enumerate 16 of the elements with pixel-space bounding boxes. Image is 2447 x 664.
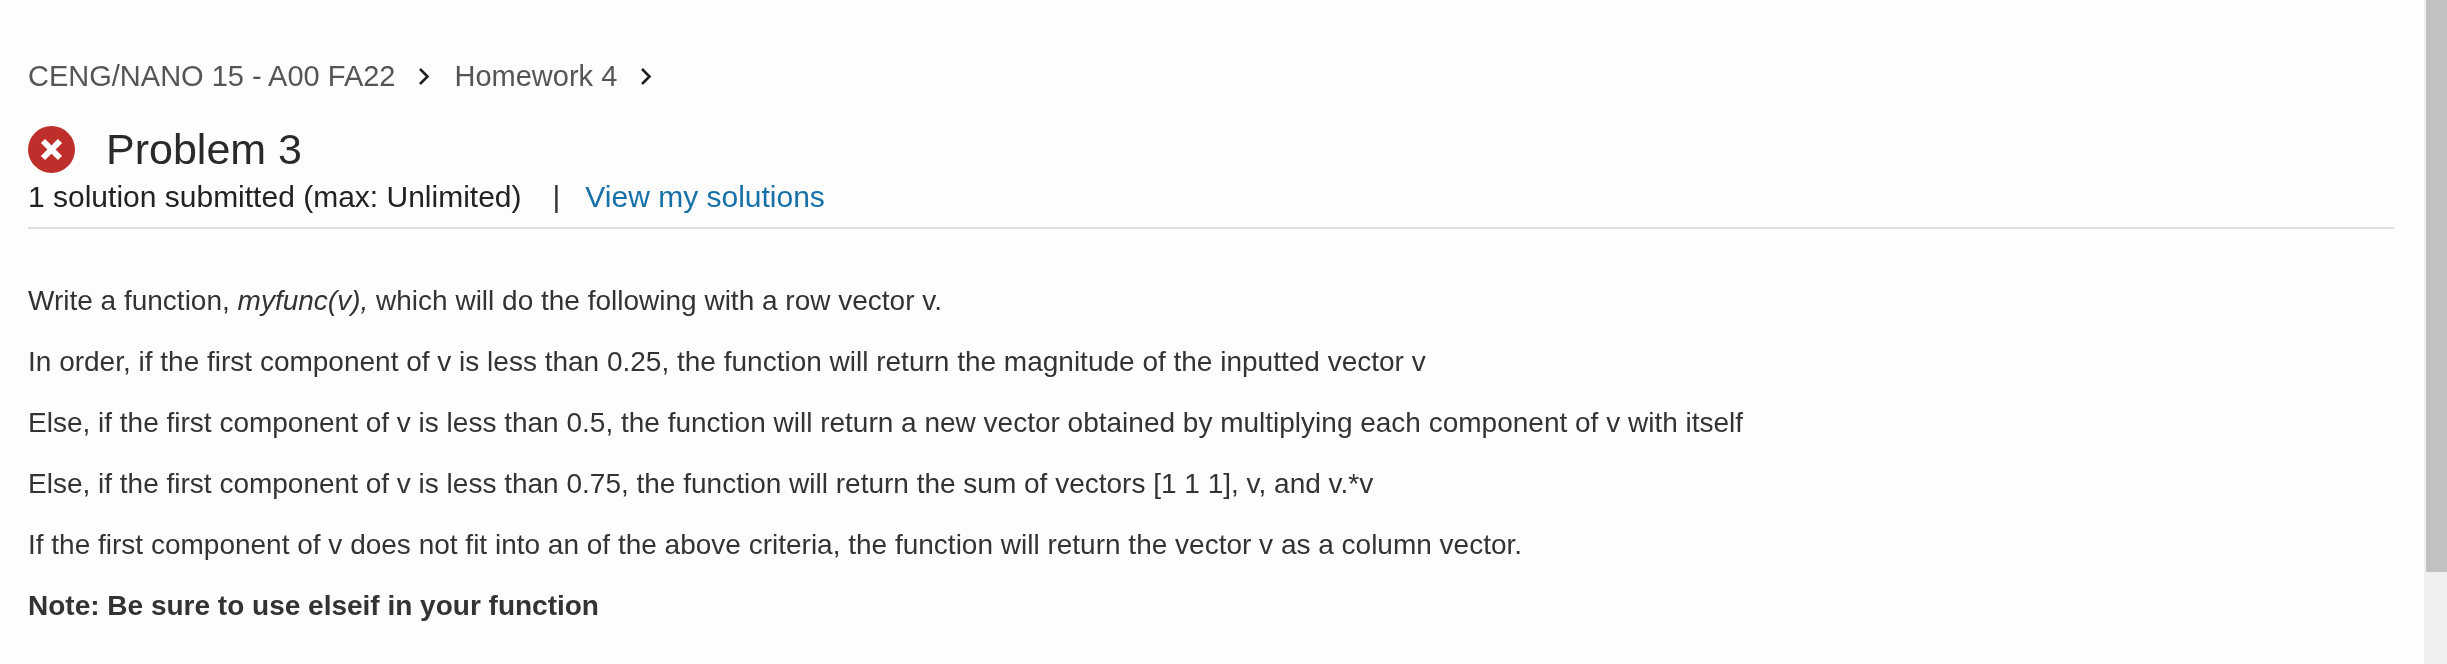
separator: | [552, 180, 561, 214]
problem-text: If the first component of v does not fit into an of the above criteria, the function will return the vector v as a column vector. [28, 528, 1523, 562]
problem-text: Else, if the first component of v is less than 0.5, the function will return a new vector obtained by multiplying each component of v with itself [28, 406, 1744, 440]
scrollbar-track[interactable] [2424, 0, 2447, 664]
scrollbar-thumb[interactable] [2426, 0, 2447, 572]
chevron-right-icon [418, 66, 431, 86]
problem-text: Write a function, myfunc(v), which will do the following with a row vector v. [28, 284, 942, 318]
problem-text: In order, if the first component of v is less than 0.25, the function will return the magnitude of the inputted vector v [28, 345, 1426, 379]
problem-title: Problem 3 [106, 124, 302, 174]
view-solutions-link[interactable]: View my solutions [585, 180, 825, 214]
problem-text: Else, if the first component of v is less than 0.75, the function will return the sum of vectors [1 1 1], v, and v.*v [28, 467, 1374, 501]
breadcrumb-link[interactable]: CENG/NANO 15 - A00 FA22 [28, 59, 396, 93]
submission-count: 1 solution submitted (max: Unlimited) [28, 180, 522, 214]
chevron-right-icon [640, 66, 653, 86]
note-text: Note: Be sure to use elseif in your function [28, 589, 599, 623]
breadcrumb-link[interactable]: Homework 4 [454, 59, 618, 93]
